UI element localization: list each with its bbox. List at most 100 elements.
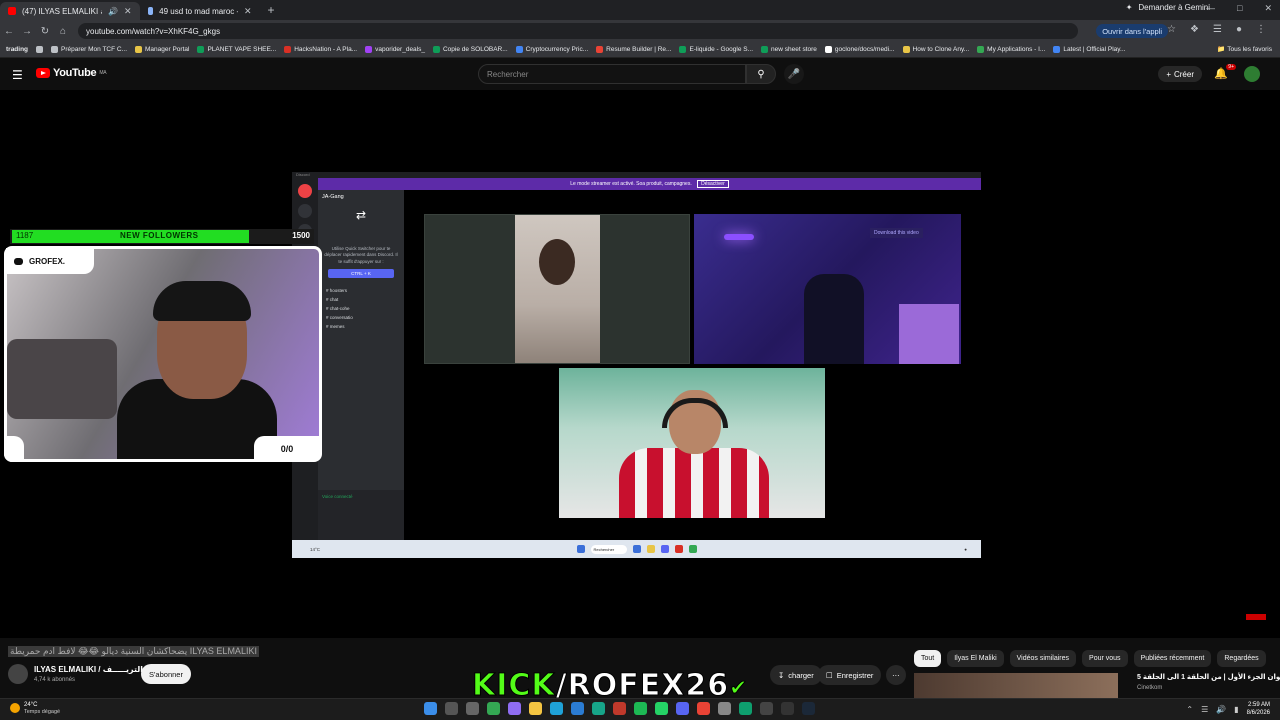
banner-text: Le mode streamer est activé. Soa produit…	[570, 181, 692, 187]
channel-name[interactable]: ILYAS ELMALIKI / التريـــــف	[34, 665, 143, 674]
close-window-icon[interactable]: ✕	[1264, 3, 1272, 14]
system-clock[interactable]: 2:59 AM 8/6/2026	[1247, 702, 1270, 718]
copilot-icon[interactable]	[508, 702, 521, 715]
speaker-icon[interactable]: 🔊	[108, 7, 118, 16]
account-avatar[interactable]	[1244, 66, 1260, 82]
task-view-icon[interactable]	[466, 702, 479, 715]
app-icon	[632, 545, 641, 553]
bookmark-item[interactable]: Cryptocurrency Pric...	[515, 46, 588, 53]
chip-for-you[interactable]: Pour vous	[1082, 650, 1128, 667]
youtube-logo[interactable]: YouTube MA	[36, 67, 107, 79]
battery-icon[interactable]: ▮	[1234, 705, 1238, 714]
search-input[interactable]: Rechercher	[478, 64, 746, 84]
sheets-icon	[679, 46, 687, 53]
temperature: 24°C	[24, 702, 38, 708]
chrome-icon[interactable]	[697, 702, 710, 715]
close-tab-icon[interactable]: ✕	[244, 6, 252, 17]
hamburger-menu-icon[interactable]: ☰	[12, 68, 23, 82]
spotify-icon[interactable]	[634, 702, 647, 715]
channel-avatar[interactable]	[8, 664, 28, 684]
bookmark-item[interactable]: new sheet store	[761, 46, 817, 53]
edge-icon[interactable]	[550, 702, 563, 715]
chevron-up-icon[interactable]: ⌃	[1186, 705, 1193, 714]
chip-recent[interactable]: Publiées récemment	[1133, 650, 1212, 667]
all-bookmarks-button[interactable]: 📁 Tous les favoris	[1217, 45, 1272, 53]
file-explorer-icon[interactable]	[529, 702, 542, 715]
bookmark-item[interactable]: vaporider_deals_	[365, 46, 425, 53]
download-button[interactable]: ↧ charger	[770, 665, 822, 685]
network-icon[interactable]: ☰	[1201, 705, 1208, 714]
epic-games-icon[interactable]	[781, 702, 794, 715]
extensions-icon[interactable]: ❖	[1190, 24, 1199, 35]
steam-icon[interactable]	[802, 702, 815, 715]
url-text: youtube.com/watch?v=XhKF4G_gkgs	[86, 26, 221, 36]
url-input[interactable]: youtube.com/watch?v=XhKF4G_gkgs	[78, 23, 1078, 39]
new-tab-button[interactable]: +	[260, 3, 283, 17]
weather-widget[interactable]: 24°C Temps dégagé	[10, 702, 60, 715]
logo-text: YouTube	[53, 67, 97, 79]
close-tab-icon[interactable]: ✕	[124, 6, 132, 17]
bookmark-label: trading	[6, 46, 29, 53]
streamer-cap	[153, 281, 251, 321]
bookmark-item[interactable]: trading	[6, 46, 28, 53]
chrome-icon[interactable]	[487, 702, 500, 715]
windows-start-icon[interactable]	[424, 702, 437, 715]
bookmark-item[interactable]: E-liquide - Google S...	[679, 46, 753, 53]
whatsapp-icon[interactable]	[655, 702, 668, 715]
save-button[interactable]: ☐ Enregistrer	[818, 665, 882, 685]
bookmark-item[interactable]: HacksNation - A Pla...	[284, 46, 357, 53]
taskbar-apps	[424, 702, 815, 715]
app-icon[interactable]	[592, 702, 605, 715]
menu-icon[interactable]: ⋮	[1256, 24, 1266, 35]
store-icon[interactable]	[571, 702, 584, 715]
profile-icon[interactable]: ●	[1236, 24, 1242, 35]
tune-icon[interactable]: ☰	[1213, 24, 1222, 35]
volume-icon[interactable]: 🔊	[1216, 705, 1226, 714]
app-icon	[674, 545, 683, 553]
app-icon[interactable]	[760, 702, 773, 715]
search-icon[interactable]	[445, 702, 458, 715]
browser-tab-youtube[interactable]: (47) ILYAS ELMALIKI لافط ادم حمريطة 🔊 ✕	[0, 2, 140, 20]
recommendation-thumbnail[interactable]	[914, 673, 1118, 698]
minimize-icon[interactable]: —	[1206, 3, 1215, 14]
discord-icon[interactable]	[676, 702, 689, 715]
channel-name: memes	[329, 323, 345, 329]
bookmark-item[interactable]: goclone/docs/medi...	[824, 46, 895, 53]
bookmark-item[interactable]: My Applications - I...	[977, 46, 1045, 53]
gemini-button[interactable]: ✦ Demander à Gemini	[1126, 3, 1210, 12]
search-button[interactable]: ⚲	[746, 64, 776, 84]
sofa	[7, 339, 117, 419]
chip-similar[interactable]: Vidéos similaires	[1009, 650, 1077, 667]
bookmark-icon	[902, 46, 910, 53]
open-in-app-button[interactable]: Ouvrir dans l'appli	[1096, 24, 1168, 38]
subscribe-button[interactable]: S'abonner	[141, 664, 191, 684]
home-icon[interactable]: ⌂	[54, 26, 72, 37]
bookmark-icon	[135, 46, 143, 53]
bookmark-item[interactable]	[36, 46, 44, 53]
create-button[interactable]: + Créer	[1158, 66, 1202, 82]
chip-channel[interactable]: Ilyas El Maliki	[947, 650, 1004, 667]
recommendation-title[interactable]: حيوان الجزء الأول | من الحلقة 1 الى الحل…	[1137, 673, 1280, 681]
bookmark-item[interactable]: Copie de SOLOBAR...	[432, 46, 508, 53]
bookmark-item[interactable]: Latest | Official Play...	[1053, 46, 1125, 53]
app-icon[interactable]	[613, 702, 626, 715]
bookmark-item[interactable]: Manager Portal	[135, 46, 189, 53]
more-actions-button[interactable]: ⋯	[886, 665, 906, 685]
star-icon[interactable]: ☆	[1167, 24, 1176, 35]
reload-icon[interactable]: ↻	[36, 26, 54, 37]
chip-watched[interactable]: Regardées	[1217, 650, 1266, 667]
voice-search-button[interactable]: 🎤	[784, 64, 804, 84]
bookmark-item[interactable]: PLANET VAPE SHEE...	[197, 46, 276, 53]
app-icon[interactable]	[739, 702, 752, 715]
tab-label: 49 usd to mad maroc - Recherc	[159, 6, 238, 16]
forward-icon[interactable]: →	[18, 26, 36, 37]
browser-tab-search[interactable]: 49 usd to mad maroc - Recherc ✕	[140, 2, 260, 20]
bookmark-item[interactable]: Préparer Mon TCF C...	[51, 46, 127, 53]
chip-all[interactable]: Tout	[914, 650, 942, 667]
bookmark-item[interactable]: Resume Builder | Re...	[596, 46, 671, 53]
back-icon[interactable]: ←	[0, 26, 18, 37]
github-icon[interactable]	[718, 702, 731, 715]
bookmark-item[interactable]: How to Clone Any...	[902, 46, 969, 53]
recommendation-channel[interactable]: Cinetkom	[1137, 685, 1162, 691]
maximize-icon[interactable]: □	[1237, 3, 1242, 14]
